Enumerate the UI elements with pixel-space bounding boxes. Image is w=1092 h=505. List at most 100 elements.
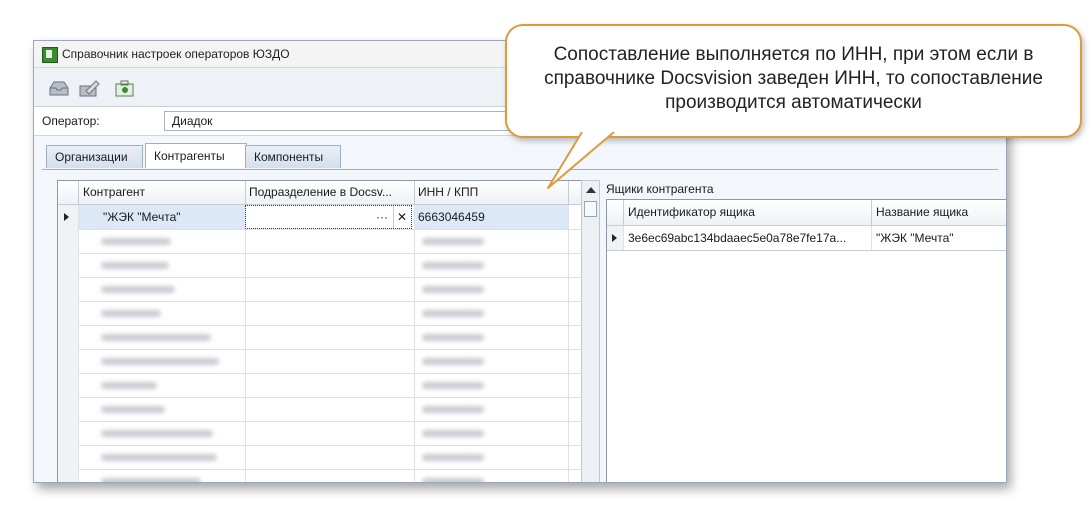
operator-label: Оператор: — [42, 114, 100, 128]
callout-bubble: Сопоставление выполняется по ИНН, при эт… — [505, 24, 1082, 138]
redacted-text — [422, 286, 484, 294]
row-indicator — [58, 421, 79, 445]
subdivision-cell[interactable] — [245, 325, 415, 349]
mailbox-name-cell[interactable]: "ЖЭК "Мечта" — [872, 226, 1006, 250]
scroll-thumb[interactable] — [584, 201, 597, 217]
redacted-text — [422, 430, 484, 438]
inn-cell[interactable] — [414, 253, 569, 277]
redacted-text — [422, 358, 484, 366]
tab-organizations[interactable]: Организации — [46, 145, 143, 168]
contractor-cell[interactable] — [79, 445, 246, 469]
inn-cell[interactable] — [414, 469, 569, 482]
column-header-mailbox-id[interactable]: Идентификатор ящика — [624, 200, 872, 225]
table-row[interactable]: 3e6ec69abc134bdaaec5e0a78e7fe17a... "ЖЭК… — [607, 226, 1006, 251]
row-indicator — [58, 445, 79, 469]
row-indicator — [58, 253, 79, 277]
column-header-subdivision[interactable]: Подразделение в Docsv... — [245, 181, 415, 204]
inn-cell[interactable]: 6663046459 — [414, 205, 569, 229]
redacted-text — [422, 334, 484, 342]
inn-cell[interactable] — [414, 421, 569, 445]
inn-cell[interactable] — [414, 277, 569, 301]
redacted-text — [101, 358, 219, 366]
mailboxes-grid[interactable]: Идентификатор ящика Название ящика 3e6ec… — [606, 199, 1006, 482]
redacted-text — [422, 382, 484, 390]
table-row[interactable] — [58, 397, 582, 422]
contractors-grid[interactable]: Контрагент Подразделение в Docsv... ИНН … — [57, 180, 583, 482]
subdivision-cell[interactable] — [245, 445, 415, 469]
row-indicator — [58, 229, 79, 253]
redacted-text — [422, 262, 484, 270]
subdivision-cell[interactable] — [245, 253, 415, 277]
subdivision-editor[interactable]: ··· ✕ — [245, 205, 412, 229]
edit-signature-icon[interactable] — [78, 79, 100, 97]
column-header-contractor[interactable]: Контрагент — [79, 181, 246, 204]
row-indicator — [58, 301, 79, 325]
subdivision-cell[interactable] — [245, 301, 415, 325]
contractor-cell[interactable] — [79, 397, 246, 421]
row-header-corner — [607, 200, 624, 225]
redacted-text — [422, 406, 484, 414]
contractor-cell[interactable] — [79, 253, 246, 277]
table-row[interactable] — [58, 301, 582, 326]
table-row[interactable] — [58, 325, 582, 350]
contractor-cell[interactable]: "ЖЭК "Мечта" — [79, 205, 246, 229]
vertical-scrollbar[interactable] — [581, 180, 600, 482]
redacted-text — [422, 454, 484, 462]
table-row[interactable] — [58, 253, 582, 278]
inn-cell[interactable] — [414, 229, 569, 253]
row-indicator — [58, 373, 79, 397]
mailboxes-header: Идентификатор ящика Название ящика — [607, 200, 1006, 226]
redacted-text — [422, 310, 484, 318]
redacted-text — [101, 478, 201, 482]
redacted-text — [101, 334, 211, 342]
contractor-cell[interactable] — [79, 301, 246, 325]
row-indicator — [58, 277, 79, 301]
contractor-cell[interactable] — [79, 229, 246, 253]
contractor-cell[interactable] — [79, 421, 246, 445]
column-header-mailbox-name[interactable]: Название ящика — [872, 200, 1006, 225]
inbox-icon[interactable] — [48, 79, 70, 97]
table-row[interactable] — [58, 277, 582, 302]
redacted-text — [422, 238, 484, 246]
subdivision-cell[interactable] — [245, 397, 415, 421]
table-row[interactable]: "ЖЭК "Мечта" ··· ✕ 6663046459 — [58, 205, 582, 230]
table-row[interactable] — [58, 373, 582, 398]
table-row[interactable] — [58, 469, 582, 482]
row-pointer-icon — [64, 213, 69, 221]
subdivision-cell[interactable] — [245, 229, 415, 253]
contractor-cell[interactable] — [79, 349, 246, 373]
app-icon — [42, 47, 58, 63]
subdivision-cell[interactable] — [245, 469, 415, 482]
subdivision-cell[interactable] — [245, 421, 415, 445]
row-header-corner — [58, 181, 79, 204]
subdivision-cell[interactable] — [245, 277, 415, 301]
redacted-text — [422, 478, 484, 482]
subdivision-cell[interactable] — [245, 373, 415, 397]
table-row[interactable] — [58, 229, 582, 254]
row-indicator — [58, 469, 79, 482]
inn-cell[interactable] — [414, 397, 569, 421]
window-title: Справочник настроек операторов ЮЗДО — [62, 47, 290, 61]
inn-cell[interactable] — [414, 445, 569, 469]
contractor-cell[interactable] — [79, 325, 246, 349]
table-row[interactable] — [58, 445, 582, 470]
tab-contractors[interactable]: Контрагенты — [145, 143, 247, 168]
callout-text: Сопоставление выполняется по ИНН, при эт… — [544, 44, 1043, 113]
table-row[interactable] — [58, 349, 582, 374]
inn-cell[interactable] — [414, 349, 569, 373]
contractor-name: "ЖЭК "Мечта" — [103, 210, 181, 224]
subdivision-cell[interactable] — [245, 349, 415, 373]
contractor-cell[interactable] — [79, 277, 246, 301]
table-row[interactable] — [58, 421, 582, 446]
mailbox-id-cell[interactable]: 3e6ec69abc134bdaaec5e0a78e7fe17a... — [624, 226, 872, 250]
clear-button[interactable]: ✕ — [393, 206, 410, 228]
inn-cell[interactable] — [414, 373, 569, 397]
contractor-cell[interactable] — [79, 373, 246, 397]
contractor-cell[interactable] — [79, 469, 246, 482]
browse-button[interactable]: ··· — [373, 206, 391, 228]
settings-package-icon[interactable] — [114, 79, 136, 97]
inn-cell[interactable] — [414, 301, 569, 325]
tab-components[interactable]: Компоненты — [245, 145, 341, 168]
inn-cell[interactable] — [414, 325, 569, 349]
row-pointer-icon — [612, 234, 617, 242]
